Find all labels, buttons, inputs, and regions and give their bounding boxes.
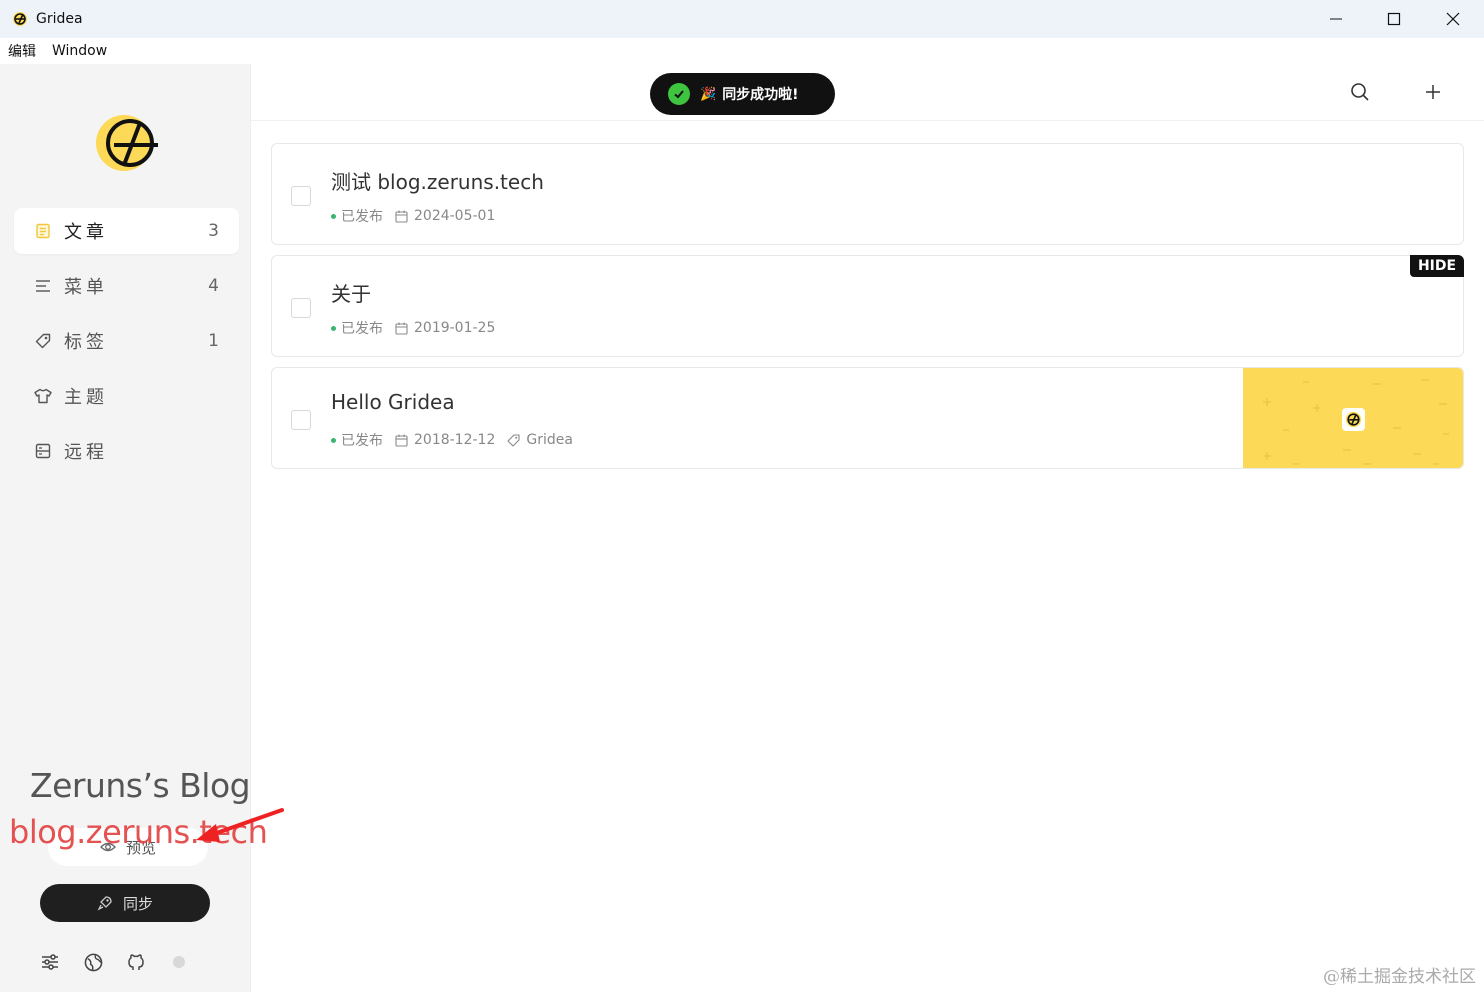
post-date: 2018-12-12 bbox=[414, 432, 496, 448]
sidebar-item-count: 3 bbox=[208, 221, 219, 241]
menu-bar: 编辑 Window bbox=[0, 38, 1484, 64]
post-meta: 已发布 2024-05-01 bbox=[331, 206, 495, 226]
post-date-group: 2019-01-25 bbox=[395, 320, 495, 336]
article-icon bbox=[34, 222, 52, 240]
menu-icon bbox=[34, 277, 52, 295]
post-checkbox[interactable] bbox=[291, 410, 311, 430]
check-circle-icon bbox=[668, 83, 690, 105]
post-item[interactable]: 关于 已发布 2019-01-25 bbox=[271, 255, 1464, 357]
sync-label: 同步 bbox=[122, 894, 153, 913]
juejin-watermark: @稀土掘金技术社区 bbox=[1323, 967, 1476, 987]
sidebar-item-tags[interactable]: 标签 1 bbox=[14, 318, 239, 364]
post-date: 2019-01-25 bbox=[414, 320, 496, 336]
post-checkbox[interactable] bbox=[291, 298, 311, 318]
sidebar-item-label: 远程 bbox=[64, 442, 108, 463]
sidebar-item-count: 4 bbox=[208, 276, 219, 296]
status-dot bbox=[173, 956, 185, 968]
post-title: 关于 bbox=[331, 282, 371, 306]
post-status: 已发布 bbox=[341, 209, 383, 225]
sidebar-item-themes[interactable]: 主题 bbox=[14, 373, 239, 419]
sidebar-footer bbox=[38, 950, 185, 974]
add-post-button[interactable] bbox=[1421, 80, 1445, 104]
sidebar-item-label: 文章 bbox=[64, 222, 108, 243]
post-meta: 已发布 2018-12-12 Gridea bbox=[331, 430, 573, 450]
sidebar-item-label: 主题 bbox=[64, 387, 108, 408]
post-feature-image bbox=[1243, 368, 1463, 468]
window-title: Gridea bbox=[36, 11, 83, 27]
gridea-app-icon bbox=[13, 12, 27, 26]
post-status: 已发布 bbox=[341, 433, 383, 449]
calendar-icon bbox=[395, 322, 408, 335]
red-arrow-annotation bbox=[196, 808, 284, 842]
post-item[interactable]: Hello Gridea 已发布 2018-12-12 Gridea bbox=[271, 367, 1464, 469]
minimize-icon bbox=[1330, 18, 1342, 20]
globe-icon[interactable] bbox=[81, 950, 105, 974]
remote-icon bbox=[34, 442, 52, 460]
hidden-badge: HIDE bbox=[1410, 255, 1464, 277]
close-icon bbox=[1446, 12, 1460, 26]
sidebar-item-articles[interactable]: 文章 3 bbox=[14, 208, 239, 254]
gridea-logo bbox=[96, 115, 158, 171]
sidebar: 文章 3 菜单 4 标签 1 主题 远程 预览 同步 bbox=[0, 64, 251, 992]
calendar-icon bbox=[395, 210, 408, 223]
watermark-blog-title: Zeruns’s Blog bbox=[30, 766, 251, 805]
plus-icon bbox=[1426, 85, 1440, 99]
post-status: 已发布 bbox=[341, 321, 383, 337]
rocket-icon bbox=[97, 896, 112, 911]
search-button[interactable] bbox=[1348, 80, 1372, 104]
post-date: 2024-05-01 bbox=[414, 208, 496, 224]
post-tag: Gridea bbox=[526, 432, 573, 448]
close-button[interactable] bbox=[1424, 0, 1482, 38]
tag-icon bbox=[34, 332, 52, 350]
published-dot bbox=[331, 437, 336, 443]
published-dot bbox=[331, 325, 336, 331]
post-title: Hello Gridea bbox=[331, 390, 455, 414]
sidebar-item-menus[interactable]: 菜单 4 bbox=[14, 263, 239, 309]
sidebar-item-label: 标签 bbox=[64, 332, 108, 353]
party-popper-icon: 🎉 bbox=[700, 86, 717, 102]
title-bar: Gridea bbox=[0, 0, 1484, 38]
maximize-icon bbox=[1387, 12, 1401, 26]
maximize-button[interactable] bbox=[1365, 0, 1423, 38]
sync-success-toast: 🎉 同步成功啦! bbox=[650, 73, 835, 115]
sidebar-item-count: 1 bbox=[208, 331, 219, 351]
sidebar-item-remote[interactable]: 远程 bbox=[14, 428, 239, 474]
menu-edit[interactable]: 编辑 bbox=[0, 41, 44, 61]
settings-sliders-icon[interactable] bbox=[38, 950, 62, 974]
main-header bbox=[251, 64, 1484, 121]
sidebar-item-label: 菜单 bbox=[64, 277, 108, 298]
menu-window[interactable]: Window bbox=[44, 43, 115, 59]
post-tag-group: Gridea bbox=[507, 432, 573, 448]
published-dot bbox=[331, 213, 336, 219]
minimize-button[interactable] bbox=[1307, 0, 1365, 38]
calendar-icon bbox=[395, 434, 408, 447]
github-icon[interactable] bbox=[124, 950, 148, 974]
gridea-mini-logo bbox=[1342, 408, 1365, 431]
shirt-icon bbox=[34, 387, 52, 405]
post-date-group: 2024-05-01 bbox=[395, 208, 495, 224]
search-icon bbox=[1351, 83, 1369, 101]
tag-icon bbox=[507, 433, 520, 447]
post-item[interactable]: 测试 blog.zeruns.tech 已发布 2024-05-01 bbox=[271, 143, 1464, 245]
post-meta: 已发布 2019-01-25 bbox=[331, 318, 495, 338]
sync-button[interactable]: 同步 bbox=[40, 884, 210, 922]
post-title: 测试 blog.zeruns.tech bbox=[331, 170, 544, 194]
post-date-group: 2018-12-12 bbox=[395, 432, 495, 448]
toast-message: 同步成功啦! bbox=[722, 87, 799, 103]
post-checkbox[interactable] bbox=[291, 186, 311, 206]
